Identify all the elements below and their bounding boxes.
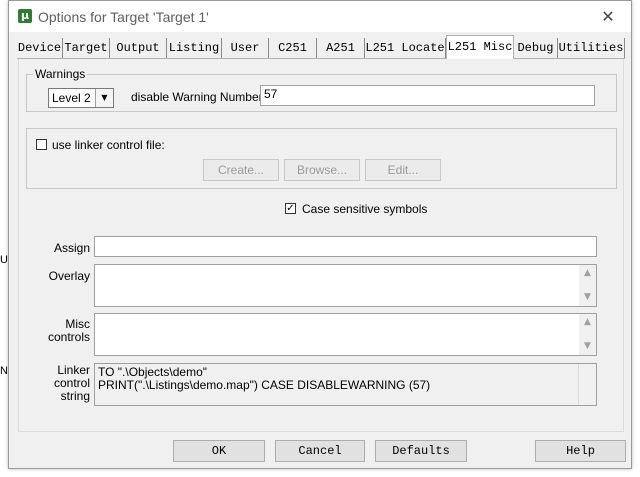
misc-controls-label-line2: controls [47,330,90,344]
linker-string-scrollbar[interactable] [578,364,596,405]
linker-file-group: use linker control file: Create... Brows… [26,128,617,189]
disable-warnings-input[interactable]: 57 [260,85,595,106]
linker-string-label-line1: Linker [57,363,90,377]
linker-string-label-line2: control [53,376,90,390]
tab-utilities[interactable]: Utilities [558,38,625,58]
linker-file-checkbox[interactable] [36,139,47,150]
linker-control-string[interactable]: TO ".\Objects\demo" PRINT(".\Listings\de… [94,363,597,406]
case-sensitive-checkbox[interactable]: ✓ [285,203,296,214]
close-icon[interactable]: ✕ [585,1,631,32]
warnings-group: Warnings Level 2 ▼ disable Warning Numbe… [26,67,617,112]
tab-listing[interactable]: Listing [167,38,222,58]
tab-c251[interactable]: C251 [269,38,317,58]
defaults-button[interactable]: Defaults [375,440,467,462]
tab-l251-misc[interactable]: L251 Misc [446,35,514,59]
background-fragment-u: U [0,254,8,266]
tab-device[interactable]: Device [17,38,63,58]
background-fragment-n: N [0,365,8,377]
create-button[interactable]: Create... [203,159,279,181]
tab-debug[interactable]: Debug [514,38,558,58]
warning-level-select[interactable]: Level 2 ▼ [48,88,114,108]
tab-bar: Device Target Output Listing User C251 A… [17,35,625,59]
window-title: Options for Target 'Target 1' [38,9,209,25]
options-dialog: µ Options for Target 'Target 1' ✕ Device… [8,0,632,469]
case-sensitive-label: Case sensitive symbols [302,202,428,216]
misc-controls-scrollbar[interactable]: ▲ ▼ [579,314,596,355]
title-bar: µ Options for Target 'Target 1' ✕ [9,1,631,32]
tab-output[interactable]: Output [110,38,167,58]
linker-file-label: use linker control file: [52,138,165,152]
overlay-textarea[interactable]: ▲ ▼ [94,264,597,307]
tab-a251[interactable]: A251 [317,38,365,58]
tab-l251-locate[interactable]: L251 Locate [365,38,446,58]
overlay-label: Overlay [48,269,90,283]
warnings-group-label: Warnings [33,67,88,81]
browse-button[interactable]: Browse... [284,159,360,181]
misc-controls-textarea[interactable]: ▲ ▼ [94,313,597,356]
misc-controls-label-line1: Misc [65,317,90,331]
tab-user[interactable]: User [222,38,269,58]
chevron-down-icon[interactable]: ▼ [95,89,113,107]
disable-warnings-label: disable Warning Numbers: [131,90,272,104]
scroll-up-icon[interactable]: ▲ [579,265,596,282]
tab-target[interactable]: Target [63,38,110,58]
warning-level-value: Level 2 [52,91,91,105]
linker-string-label-line3: string [60,389,90,403]
ok-button[interactable]: OK [173,440,265,462]
assign-input[interactable] [94,236,597,257]
app-icon: µ [18,9,32,23]
help-button[interactable]: Help [535,440,626,462]
overlay-scrollbar[interactable]: ▲ ▼ [579,265,596,306]
linker-string-line2: PRINT(".\Listings\demo.map") CASE DISABL… [98,378,431,392]
assign-label: Assign [53,241,90,255]
scroll-down-icon[interactable]: ▼ [579,289,596,306]
scroll-up-icon[interactable]: ▲ [579,314,596,331]
edit-button[interactable]: Edit... [365,159,441,181]
l251-misc-panel: Warnings Level 2 ▼ disable Warning Numbe… [18,59,624,432]
scroll-down-icon[interactable]: ▼ [579,338,596,355]
cancel-button[interactable]: Cancel [275,440,365,462]
